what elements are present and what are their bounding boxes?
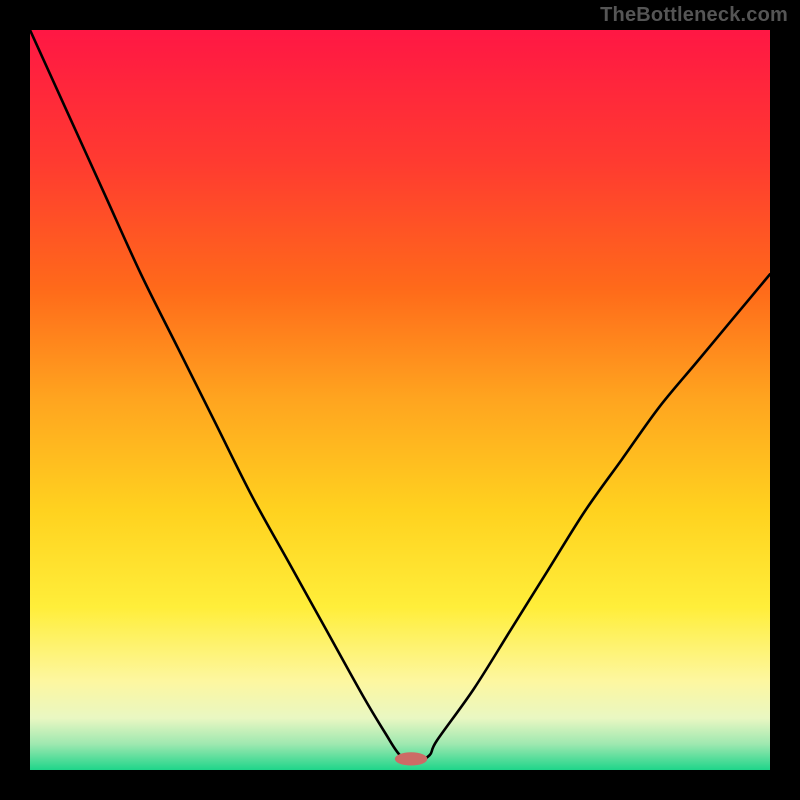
watermark-text: TheBottleneck.com — [600, 4, 788, 27]
bottleneck-chart — [30, 30, 770, 770]
optimal-point-marker — [395, 752, 428, 765]
plot-area — [30, 30, 770, 770]
gradient-background — [30, 30, 770, 770]
chart-frame: TheBottleneck.com — [0, 0, 800, 800]
